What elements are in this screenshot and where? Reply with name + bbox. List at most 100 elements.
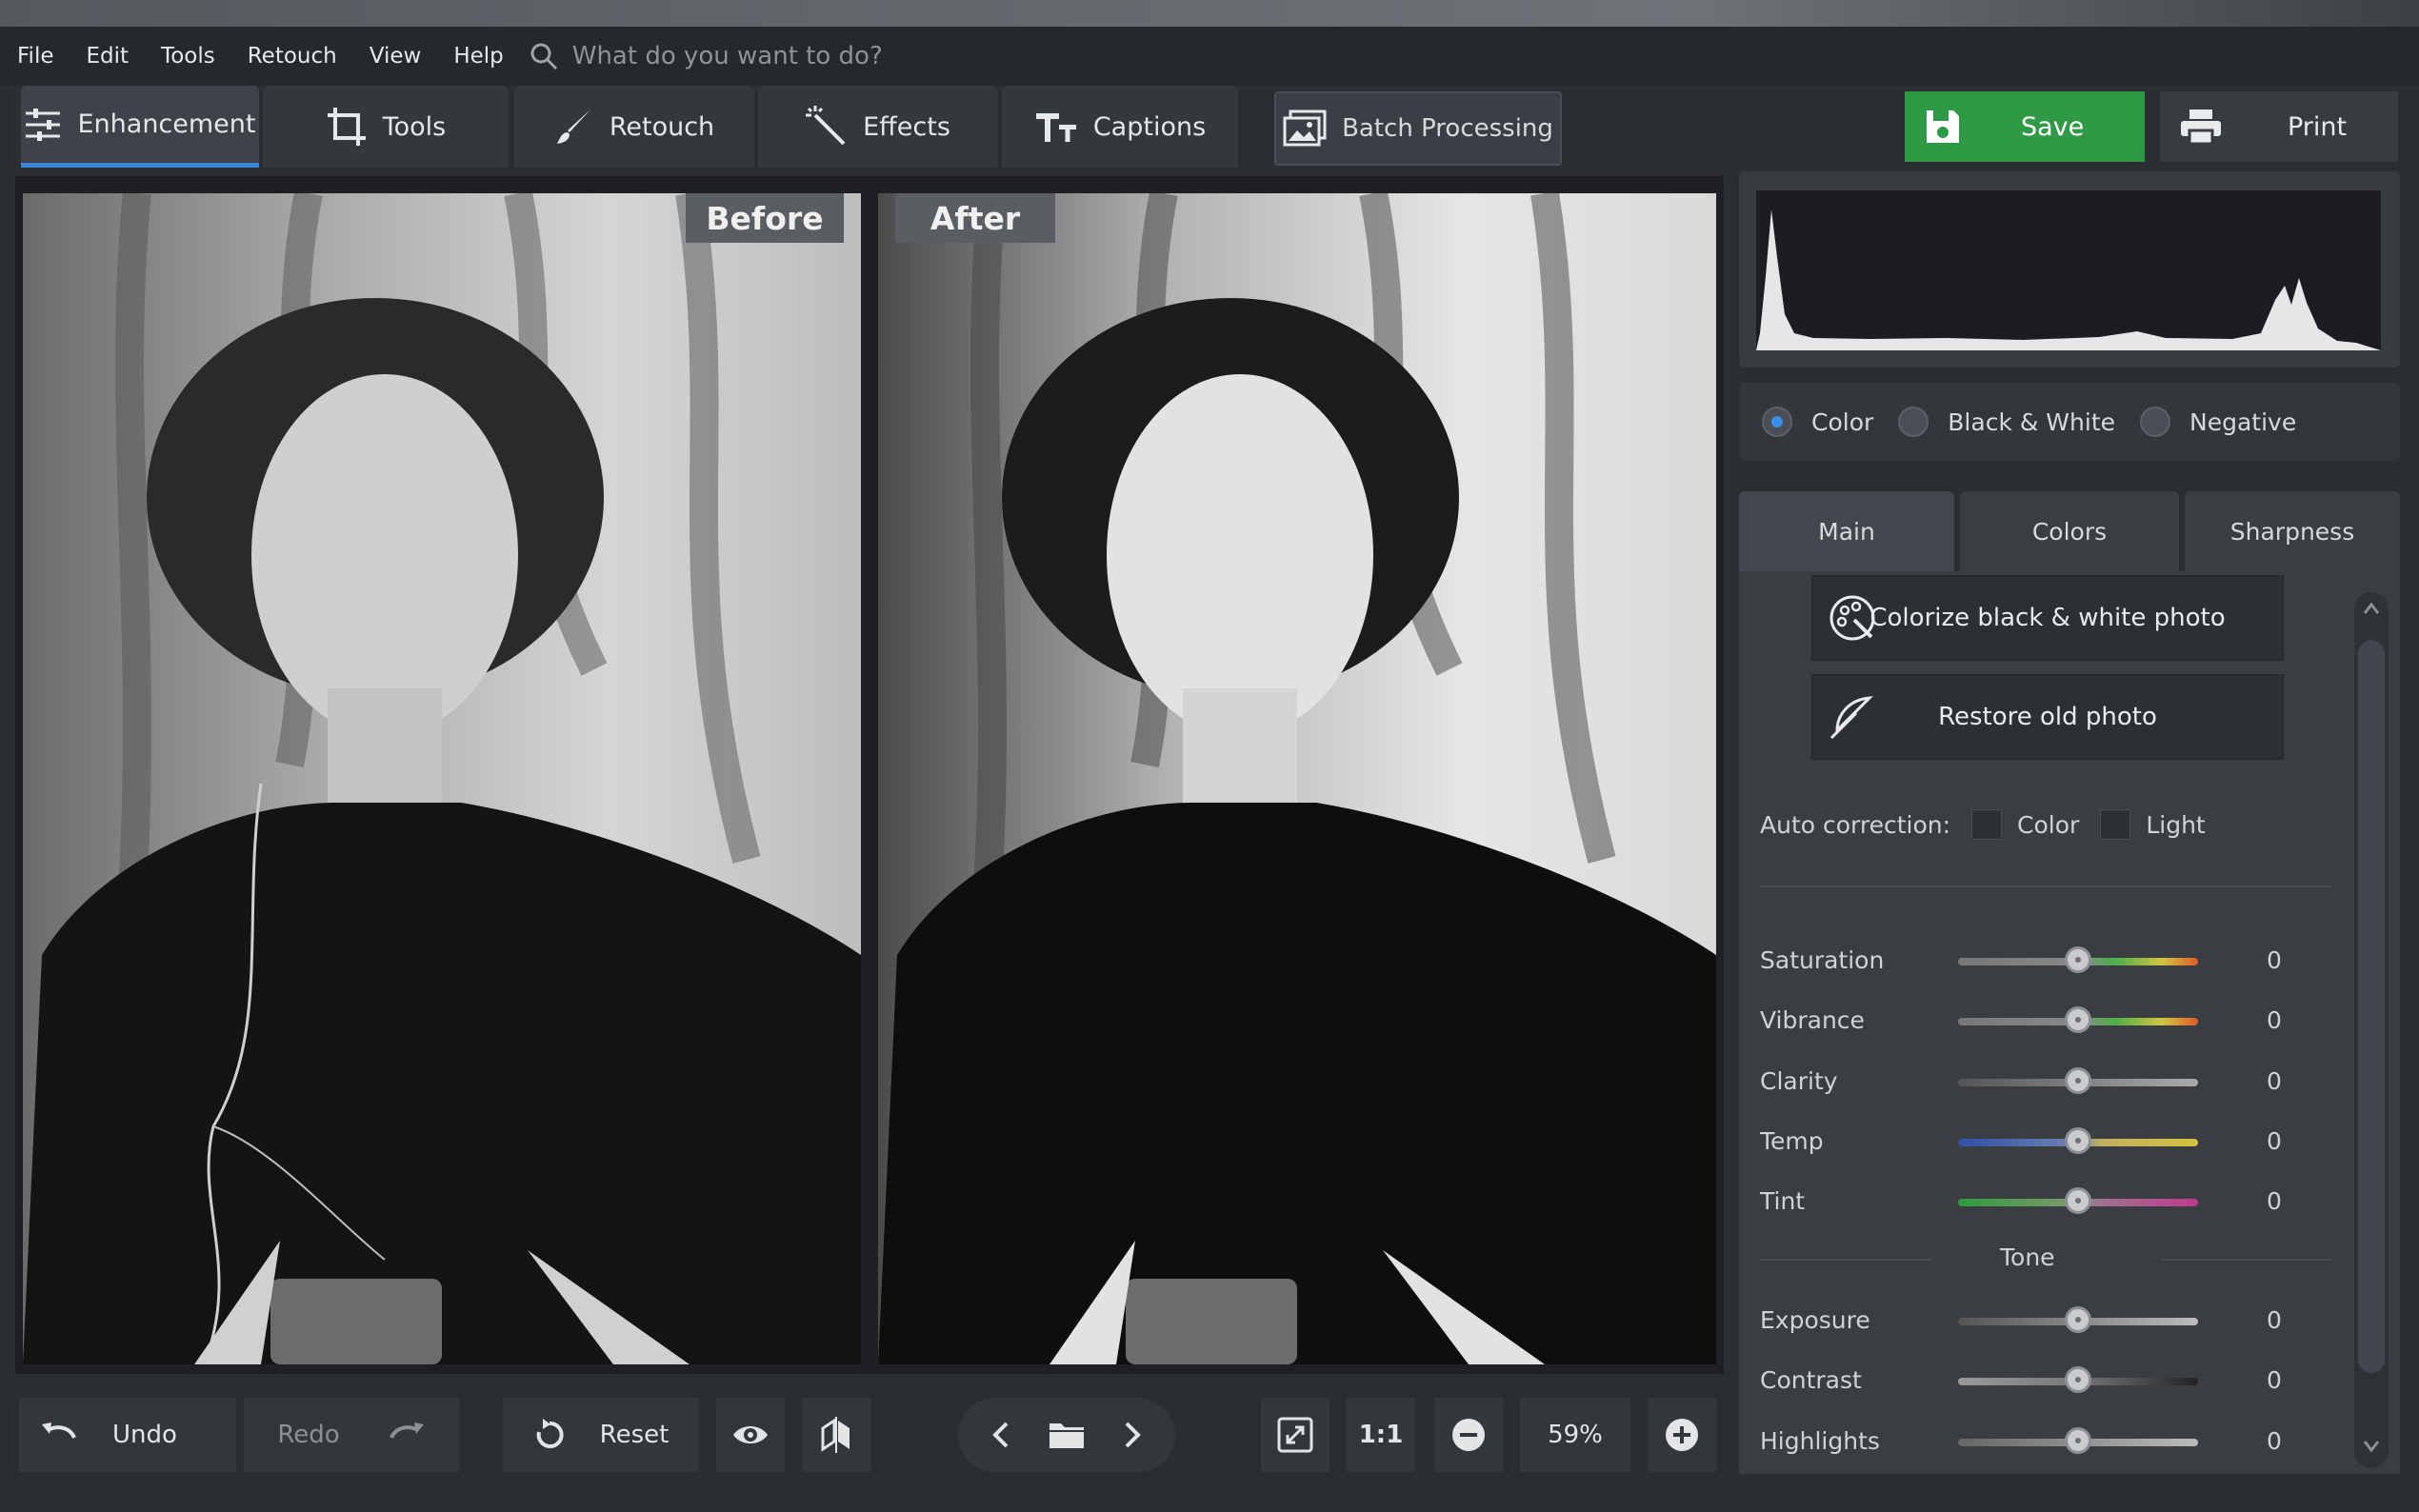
- auto-light-checkbox[interactable]: [2100, 809, 2131, 840]
- tint-slider[interactable]: Tint 0: [1760, 1184, 2293, 1222]
- tone-divider-right: [2162, 1259, 2331, 1261]
- scroll-down-icon[interactable]: [2363, 1440, 2380, 1453]
- sliders-icon: [26, 108, 61, 141]
- exposure-handle[interactable]: [2065, 1306, 2091, 1333]
- tab-main[interactable]: Main: [1739, 491, 1954, 571]
- panel-scrollbar[interactable]: [2354, 592, 2389, 1468]
- batch-processing-button[interactable]: Batch Processing: [1274, 91, 1562, 166]
- colorize-label: Colorize black & white photo: [1869, 604, 2226, 632]
- saturation-handle[interactable]: [2065, 946, 2091, 973]
- compare-view-button[interactable]: [802, 1398, 870, 1472]
- auto-color-checkbox[interactable]: [1971, 809, 2003, 840]
- menu-view[interactable]: View: [352, 44, 437, 69]
- mode-color-radio[interactable]: Color: [1762, 407, 1873, 437]
- before-image: [23, 193, 861, 1364]
- contrast-value: 0: [2267, 1366, 2282, 1394]
- clarity-value: 0: [2267, 1067, 2282, 1095]
- highlights-handle[interactable]: [2065, 1427, 2091, 1454]
- previous-icon[interactable]: [990, 1421, 1011, 1449]
- saturation-label: Saturation: [1760, 946, 1885, 974]
- zoom-level[interactable]: 59%: [1520, 1398, 1630, 1472]
- palette-icon: [1829, 595, 1875, 641]
- print-button[interactable]: Print: [2160, 91, 2398, 162]
- reset-label: Reset: [599, 1421, 670, 1449]
- tint-handle[interactable]: [2065, 1187, 2091, 1214]
- reset-button[interactable]: Reset: [503, 1398, 699, 1472]
- saturation-slider[interactable]: Saturation 0: [1760, 943, 2293, 981]
- tab-sharpness[interactable]: Sharpness: [2185, 491, 2400, 571]
- scrollbar-thumb[interactable]: [2358, 640, 2385, 1373]
- next-icon[interactable]: [1122, 1421, 1143, 1449]
- zoom-in-button[interactable]: [1648, 1398, 1716, 1472]
- tab-retouch[interactable]: Retouch: [514, 86, 754, 168]
- radio-selected-icon: [1762, 407, 1792, 437]
- histogram-graph: [1756, 209, 2381, 350]
- undo-button[interactable]: Undo: [19, 1398, 236, 1472]
- menu-edit[interactable]: Edit: [70, 44, 145, 69]
- after-image: [878, 193, 1716, 1364]
- tab-captions[interactable]: Captions: [1002, 86, 1238, 168]
- search-input[interactable]: What do you want to do?: [572, 42, 883, 70]
- after-label: After: [895, 193, 1055, 243]
- clarity-label: Clarity: [1760, 1067, 1838, 1095]
- tone-divider-left: [1760, 1259, 1931, 1261]
- print-label: Print: [2288, 111, 2348, 142]
- contrast-label: Contrast: [1760, 1366, 1862, 1394]
- auto-light-label: Light: [2146, 810, 2206, 839]
- preview-toggle-button[interactable]: [716, 1398, 785, 1472]
- save-label: Save: [2021, 111, 2085, 142]
- temp-handle[interactable]: [2065, 1127, 2091, 1154]
- vibrance-handle[interactable]: [2065, 1006, 2091, 1033]
- temp-label: Temp: [1760, 1127, 1824, 1155]
- reset-icon: [536, 1419, 564, 1448]
- bottom-toolbar: Undo Redo Reset 1:1 59%: [0, 1381, 1733, 1512]
- before-label: Before: [686, 193, 844, 243]
- actual-size-button[interactable]: 1:1: [1347, 1398, 1415, 1472]
- mode-bw-radio[interactable]: Black & White: [1898, 407, 2115, 437]
- temp-value: 0: [2267, 1127, 2282, 1155]
- temp-slider[interactable]: Temp 0: [1760, 1124, 2293, 1162]
- scroll-up-icon[interactable]: [2363, 602, 2380, 615]
- exposure-slider[interactable]: Exposure 0: [1760, 1303, 2293, 1341]
- menu-retouch[interactable]: Retouch: [230, 44, 352, 69]
- vibrance-slider[interactable]: Vibrance 0: [1760, 1003, 2293, 1041]
- tab-enhancement-label: Enhancement: [77, 109, 256, 139]
- tab-effects[interactable]: Effects: [758, 86, 998, 168]
- radio-icon: [2140, 407, 2171, 437]
- contrast-slider[interactable]: Contrast 0: [1760, 1363, 2293, 1401]
- split-view-icon: [821, 1417, 850, 1453]
- clarity-slider[interactable]: Clarity 0: [1760, 1064, 2293, 1102]
- clarity-handle[interactable]: [2065, 1067, 2091, 1094]
- tint-value: 0: [2267, 1187, 2282, 1215]
- auto-correction-label: Auto correction:: [1760, 810, 1951, 839]
- highlights-label: Highlights: [1760, 1427, 1880, 1455]
- after-photo[interactable]: [878, 193, 1716, 1364]
- folder-icon[interactable]: [1048, 1420, 1086, 1450]
- tint-label: Tint: [1760, 1187, 1806, 1215]
- main-tab-content: Colorize black & white photo Restore old…: [1739, 571, 2400, 1474]
- tab-colors[interactable]: Colors: [1960, 491, 2179, 571]
- menu-file[interactable]: File: [0, 44, 70, 69]
- colorize-button[interactable]: Colorize black & white photo: [1811, 575, 2284, 661]
- save-icon: [1927, 110, 1959, 143]
- exposure-label: Exposure: [1760, 1306, 1870, 1334]
- mode-negative-radio[interactable]: Negative: [2140, 407, 2296, 437]
- before-photo[interactable]: [23, 193, 861, 1364]
- menu-help[interactable]: Help: [436, 44, 518, 69]
- tab-tools-label: Tools: [382, 111, 447, 142]
- redo-button[interactable]: Redo: [244, 1398, 459, 1472]
- color-mode-selector: Color Black & White Negative: [1739, 383, 2400, 461]
- save-button[interactable]: Save: [1905, 91, 2145, 162]
- menu-tools[interactable]: Tools: [144, 44, 230, 69]
- tab-enhancement[interactable]: Enhancement: [21, 86, 259, 168]
- search-box[interactable]: What do you want to do?: [529, 41, 883, 71]
- tab-tools[interactable]: Tools: [263, 86, 509, 168]
- highlights-slider[interactable]: Highlights 0: [1760, 1423, 2293, 1462]
- crop-icon: [327, 108, 366, 146]
- zoom-out-button[interactable]: [1434, 1398, 1503, 1472]
- histogram: [1739, 171, 2400, 368]
- restore-old-photo-button[interactable]: Restore old photo: [1811, 674, 2284, 760]
- contrast-handle[interactable]: [2065, 1366, 2091, 1393]
- window-title-bar: [0, 0, 2419, 27]
- fit-to-screen-button[interactable]: [1261, 1398, 1329, 1472]
